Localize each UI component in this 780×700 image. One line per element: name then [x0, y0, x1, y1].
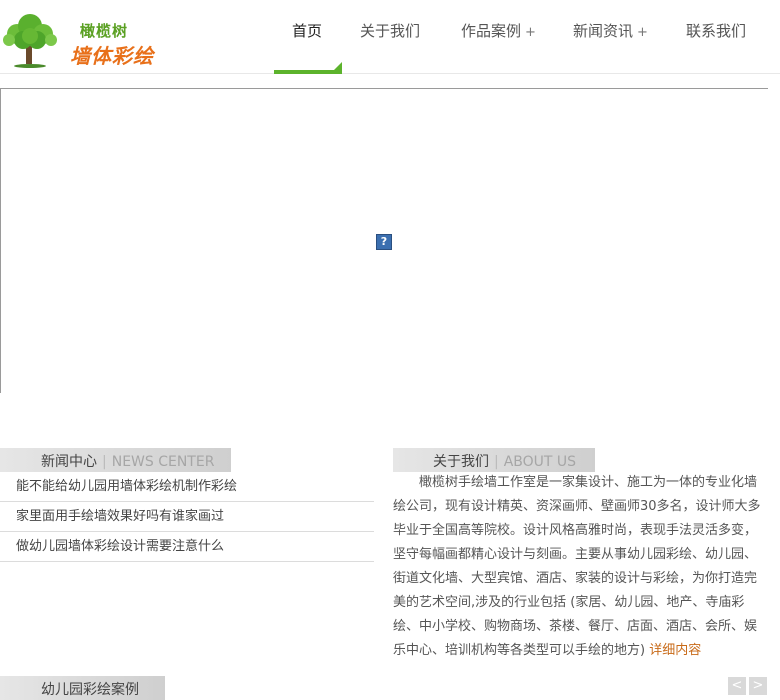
- nav-label: 新闻资讯: [573, 22, 634, 40]
- nav-item-home[interactable]: 首页: [292, 20, 322, 41]
- missing-plugin-icon[interactable]: ?: [376, 234, 392, 250]
- news-title-cn: 新闻中心: [41, 454, 97, 470]
- news-list: 能不能给幼儿园用墙体彩绘机制作彩绘 家里面用手绘墙效果好吗有谁家画过 做幼儿园墙…: [0, 472, 374, 562]
- about-section-title: 关于我们 | ABOUT US: [433, 451, 576, 471]
- about-more-link[interactable]: 详细内容: [649, 643, 701, 658]
- logo-title: 橄榄树: [80, 22, 129, 40]
- about-body: 橄榄树手绘墙工作室是一家集设计、施工为一体的专业化墙绘公司，现有设计精英、资深画…: [393, 475, 761, 658]
- about-title-cn: 关于我们: [433, 454, 489, 470]
- site-logo[interactable]: 橄榄树 墙体彩绘: [0, 8, 175, 68]
- nav-item-about[interactable]: 关于我们: [360, 20, 420, 41]
- logo-subtitle: 墙体彩绘: [70, 44, 154, 68]
- nav-label: 作品案例: [461, 22, 522, 40]
- news-section-header: 新闻中心 | NEWS CENTER: [0, 448, 231, 472]
- nav-item-cases[interactable]: 作品案例 +: [461, 20, 536, 41]
- expand-plus-icon: +: [525, 25, 536, 40]
- carousel-next-button[interactable]: >: [749, 677, 767, 695]
- nav-item-news[interactable]: 新闻资讯 +: [573, 20, 648, 41]
- nav-label: 首页: [292, 22, 323, 40]
- about-title-en: ABOUT US: [503, 454, 577, 470]
- banner-plugin-area: ?: [0, 88, 768, 393]
- about-description: 橄榄树手绘墙工作室是一家集设计、施工为一体的专业化墙绘公司，现有设计精英、资深画…: [393, 471, 763, 663]
- cases-section-title: 幼儿园彩绘案例: [41, 682, 139, 698]
- news-list-item[interactable]: 家里面用手绘墙效果好吗有谁家画过: [0, 502, 374, 532]
- tree-icon: [3, 14, 57, 68]
- news-list-item[interactable]: 做幼儿园墙体彩绘设计需要注意什么: [0, 532, 374, 562]
- news-section-title: 新闻中心 | NEWS CENTER: [41, 451, 214, 471]
- nav-label: 联系我们: [686, 22, 747, 40]
- title-separator: |: [102, 454, 107, 470]
- title-separator: |: [494, 454, 499, 470]
- nav-active-indicator: [274, 62, 342, 74]
- nav-item-contact[interactable]: 联系我们: [686, 20, 746, 41]
- cases-section-header: 幼儿园彩绘案例: [0, 676, 165, 700]
- news-list-item[interactable]: 能不能给幼儿园用墙体彩绘机制作彩绘: [0, 472, 374, 502]
- news-title-en: NEWS CENTER: [111, 454, 215, 470]
- main-nav: 首页 关于我们 作品案例 + 新闻资讯 + 联系我们: [274, 0, 780, 74]
- nav-label: 关于我们: [360, 22, 421, 40]
- carousel-prev-button[interactable]: <: [728, 677, 746, 695]
- about-section-header: 关于我们 | ABOUT US: [393, 448, 595, 472]
- expand-plus-icon: +: [637, 25, 648, 40]
- site-header: 橄榄树 墙体彩绘 首页 关于我们 作品案例 + 新闻资讯 + 联系我们: [0, 0, 780, 74]
